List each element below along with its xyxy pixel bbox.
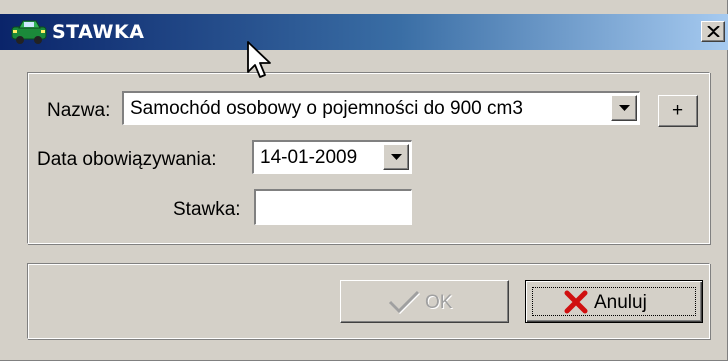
nazwa-label: Nazwa:: [47, 100, 111, 121]
dialog-window: STAWKA Nazwa: Samochód osobowy o pojemno…: [0, 0, 728, 361]
nazwa-select[interactable]: Samochód osobowy o pojemności do 900 cm3: [122, 91, 640, 125]
chevron-down-icon: [391, 154, 402, 160]
mouse-cursor: [247, 41, 271, 78]
nazwa-dropdown-button[interactable]: [611, 95, 637, 121]
stawka-input[interactable]: [254, 189, 412, 225]
title-bar[interactable]: STAWKA: [0, 14, 728, 50]
close-button[interactable]: [701, 21, 725, 42]
window-title: STAWKA: [52, 21, 145, 43]
nazwa-value: Samochód osobowy o pojemności do 900 cm3: [130, 98, 523, 119]
stawka-label: Stawka:: [173, 199, 241, 220]
chevron-down-icon: [619, 105, 630, 111]
ok-button-label: OK: [425, 292, 453, 313]
ok-button[interactable]: OK: [340, 280, 509, 323]
date-picker[interactable]: 14-01-2009: [252, 140, 412, 174]
close-icon: [707, 26, 720, 37]
date-value: 14-01-2009: [260, 147, 358, 168]
cancel-button[interactable]: Anuluj: [525, 280, 703, 323]
car-icon: [11, 20, 47, 44]
red-x-icon: [564, 290, 588, 314]
date-dropdown-button[interactable]: [383, 144, 409, 170]
checkmark-icon: [388, 290, 421, 315]
add-button-label: +: [672, 100, 684, 121]
date-label: Data obowiązywania:: [37, 149, 217, 170]
cancel-button-label: Anuluj: [594, 292, 647, 313]
add-button[interactable]: +: [658, 95, 698, 127]
